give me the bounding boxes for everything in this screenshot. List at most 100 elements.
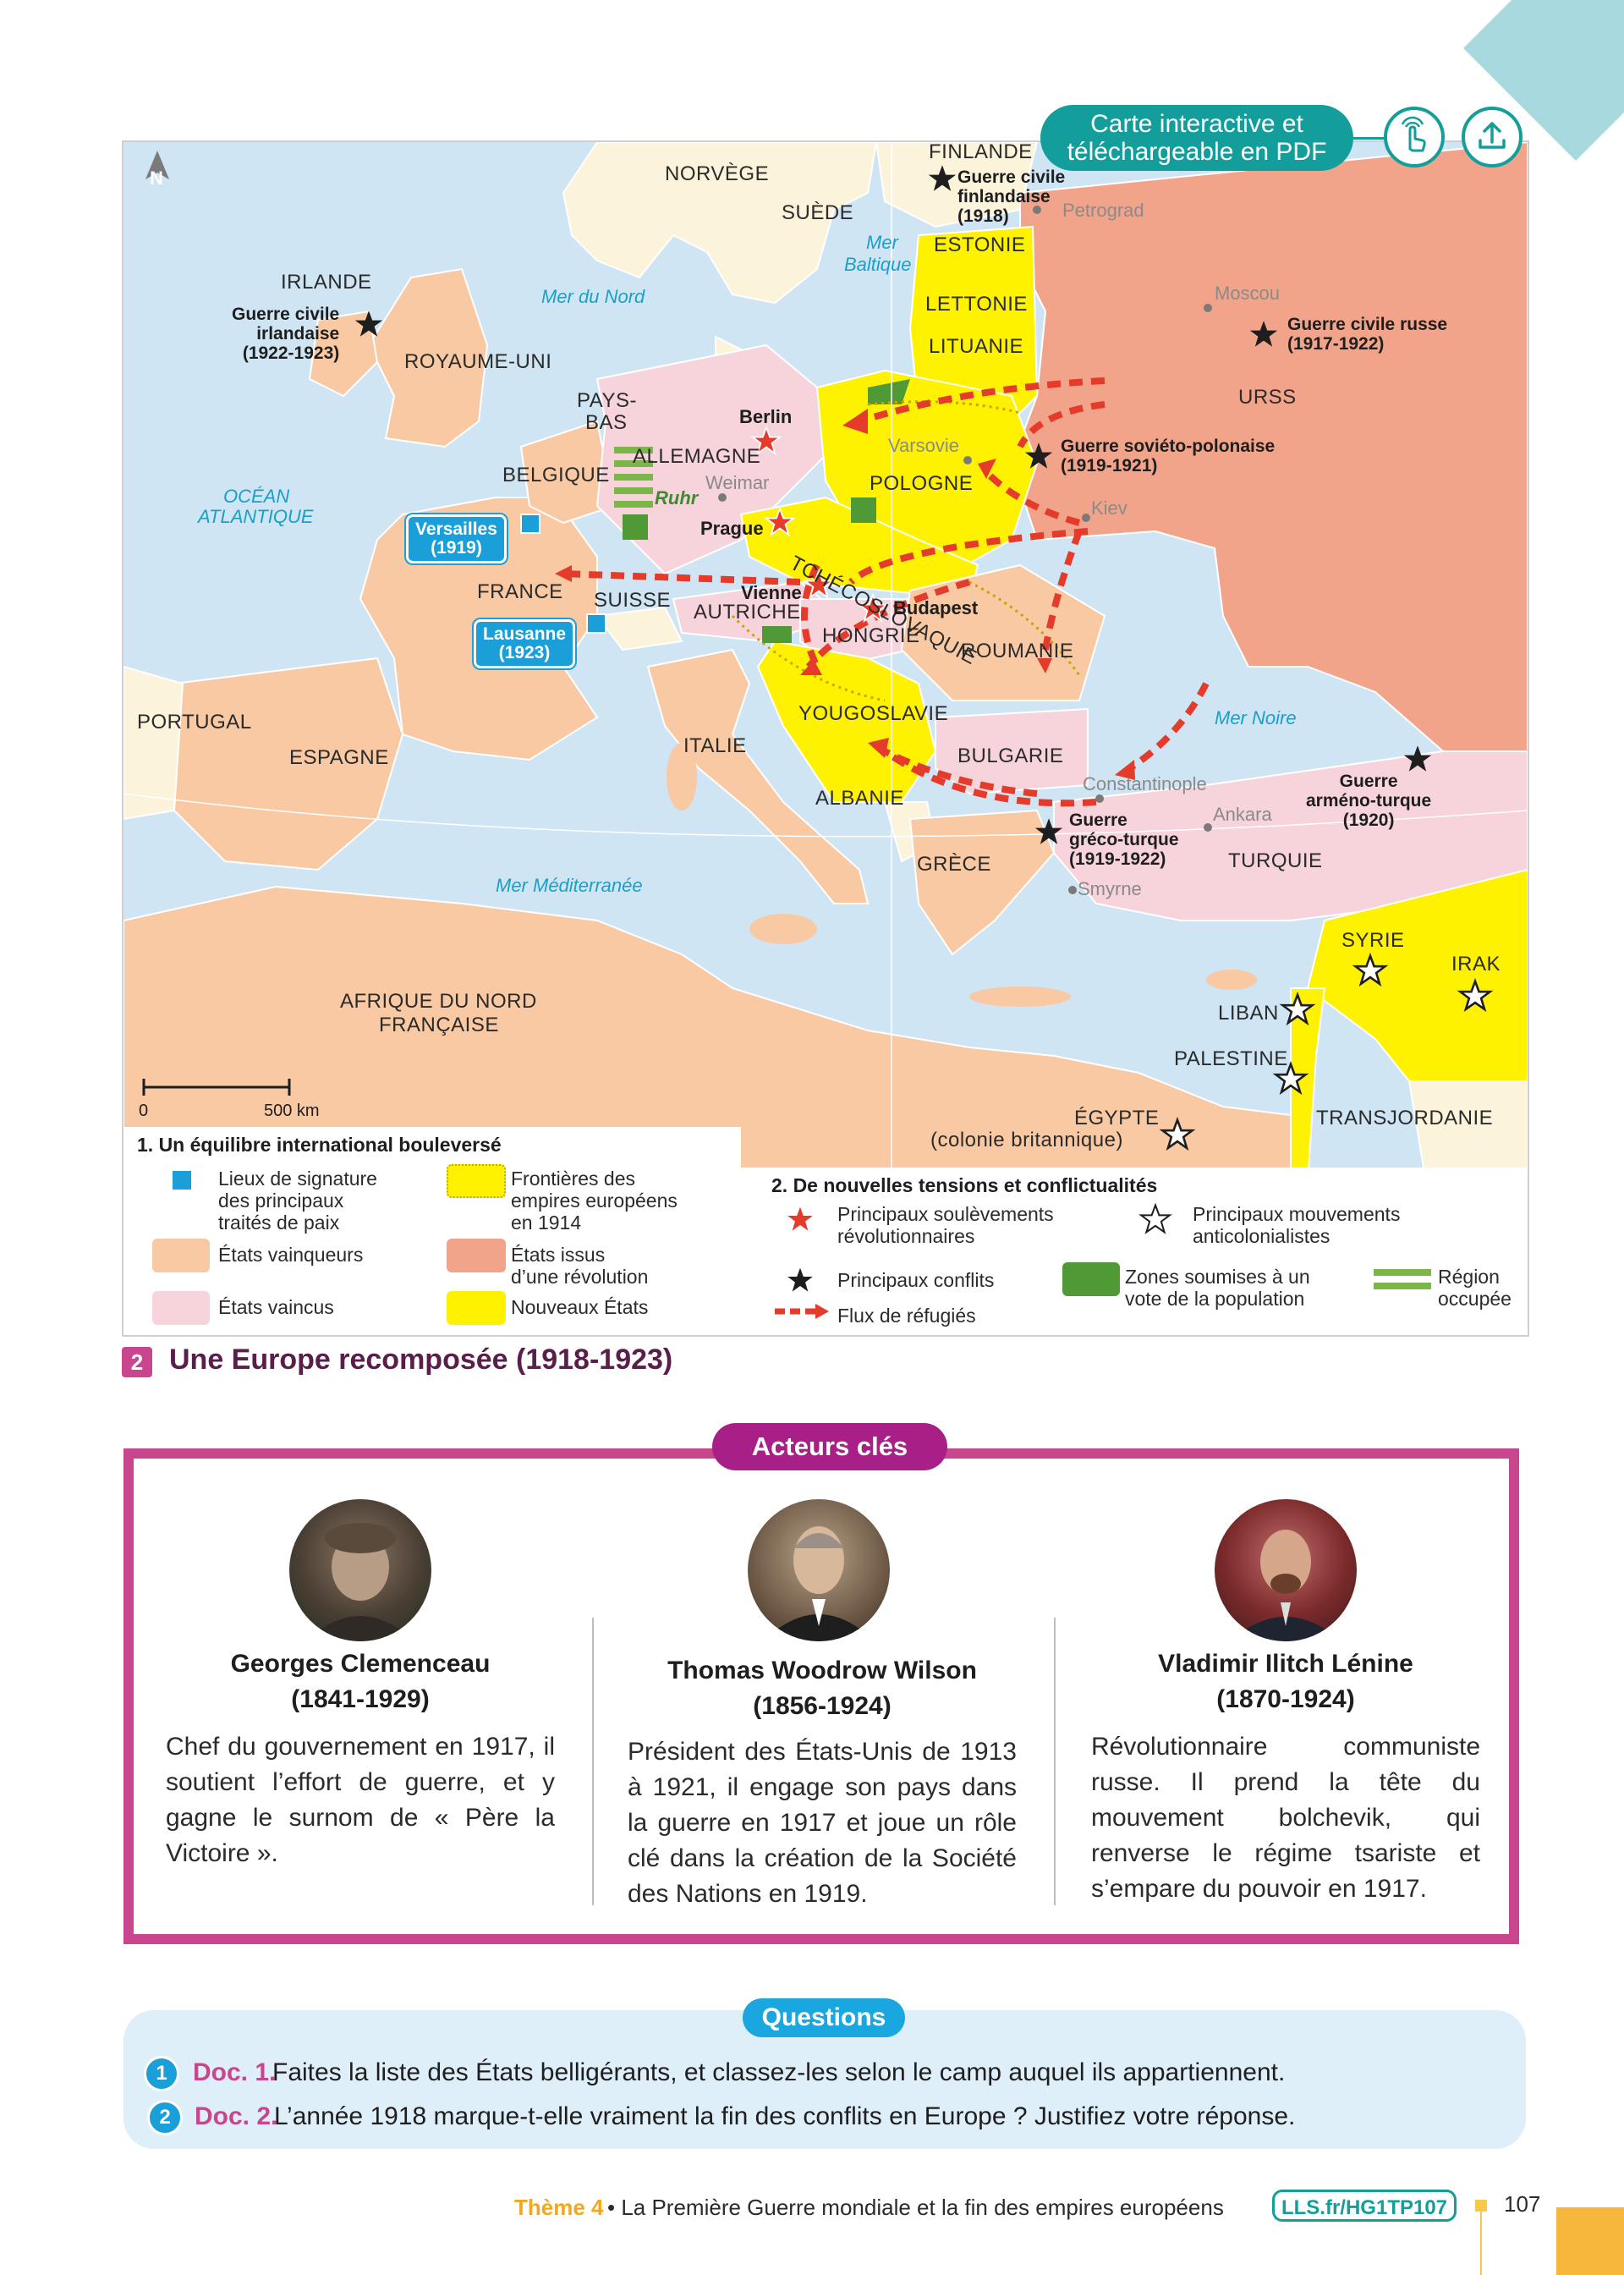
legend-signature: Lieux de signature des principaux traité… — [218, 1168, 377, 1234]
label-moscou: Moscou — [1215, 283, 1281, 304]
actors-divider — [592, 1618, 594, 1905]
actor-dates-clemenceau: (1841-1929) — [291, 1685, 430, 1713]
question-text-1: Faites la liste des États belligérants, … — [272, 2058, 1286, 2086]
vote-zone-shape — [762, 626, 792, 643]
portrait-lenine — [1215, 1499, 1357, 1641]
question-number-2: 2 — [147, 2100, 183, 2135]
label-syrie: SYRIE — [1341, 929, 1405, 952]
refugee-arrow-icon — [775, 1304, 829, 1319]
scale-km: 500 km — [264, 1102, 320, 1120]
label-portugal: PORTUGAL — [137, 711, 252, 734]
legend-vaincus: États vaincus — [218, 1296, 334, 1318]
label-conflict-russe: Guerre civile russe (1917-1922) — [1287, 315, 1448, 354]
question-doc-2: Doc. 2. — [195, 2102, 278, 2130]
label-berlin: Berlin — [739, 406, 793, 427]
hand-touch-icon — [1401, 116, 1426, 152]
label-italie: ITALIE — [683, 734, 747, 757]
label-kiev: Kiev — [1091, 497, 1127, 519]
label-pays-bas-1: PAYS- — [577, 389, 637, 412]
black-star-icon — [787, 1267, 813, 1292]
touch-button[interactable] — [1384, 107, 1445, 168]
pill-line-2: téléchargeable en PDF — [1067, 138, 1327, 166]
question-number-1: 1 — [144, 2056, 179, 2091]
footer-square — [1475, 2200, 1487, 2212]
map: N NORVÈGE SUÈDE FINLANDE ESTONIE LETTONI… — [122, 140, 1529, 1337]
interactive-map-pill[interactable]: Carte interactive et téléchargeable en P… — [1040, 105, 1353, 171]
page-number: 107 — [1504, 2191, 1541, 2217]
treaty-marker-versailles — [520, 514, 540, 534]
actors-title: Acteurs clés — [712, 1423, 947, 1470]
label-grece: GRÈCE — [917, 853, 991, 876]
swatch-frontieres — [447, 1164, 506, 1198]
label-autriche: AUTRICHE — [694, 601, 801, 624]
footer-theme: Thème 4 — [514, 2195, 604, 2220]
label-vienne: Vienne — [741, 582, 802, 603]
scale-zero: 0 — [139, 1102, 149, 1120]
white-star-icon — [1138, 1203, 1172, 1234]
label-conflict-armeno: Guerre arméno-turque (1920) — [1306, 772, 1432, 830]
label-hongrie: HONGRIE — [822, 624, 920, 647]
label-suede: SUÈDE — [782, 201, 854, 224]
doc-number-badge: 2 — [122, 1347, 152, 1377]
swatch-nouveaux — [447, 1291, 506, 1325]
swatch-vaincus — [152, 1291, 210, 1325]
swatch-region-top — [1374, 1269, 1431, 1276]
swatch-region-bottom — [1374, 1283, 1431, 1289]
legend-frontieres: Frontières des empires européens en 1914 — [511, 1168, 678, 1234]
swatch-vainqueurs — [152, 1239, 210, 1272]
label-palestine: PALESTINE — [1174, 1047, 1288, 1070]
treaty-lausanne-label: Lausanne (1923) — [474, 619, 576, 668]
portugal-shape — [123, 665, 184, 821]
label-belgique: BELGIQUE — [502, 464, 610, 486]
label-varsovie: Varsovie — [888, 435, 959, 456]
label-liban: LIBAN — [1218, 1002, 1279, 1025]
legend-revolution: États issus d’une révolution — [511, 1244, 649, 1288]
actor-dates-lenine: (1870-1924) — [1216, 1685, 1355, 1713]
treaty-versailles-label: Versailles (1919) — [406, 514, 507, 563]
download-button[interactable] — [1462, 107, 1522, 168]
label-norvege: NORVÈGE — [665, 162, 770, 185]
label-afrique-1: AFRIQUE DU NORD — [340, 990, 537, 1013]
footer-text: • La Première Guerre mondiale et la fin … — [607, 2195, 1224, 2220]
label-royaume-uni: ROYAUME-UNI — [404, 350, 552, 373]
sicily-shape — [749, 914, 817, 944]
label-irak: IRAK — [1451, 953, 1501, 975]
label-yougoslavie: YOUGOSLAVIE — [798, 702, 949, 725]
legend-zones: Zones soumises à un vote de la populatio… — [1125, 1266, 1310, 1310]
label-mer-baltique-2: Baltique — [844, 254, 912, 275]
legend-anticolonialistes: Principaux mouvements anticolonialistes — [1193, 1203, 1401, 1247]
map-legend: 1. Un équilibre international bouleversé… — [123, 1127, 1528, 1335]
label-turquie: TURQUIE — [1228, 849, 1323, 872]
footer-link[interactable]: LLS.fr/HG1TP107 — [1272, 2190, 1457, 2222]
label-ankara: Ankara — [1213, 804, 1272, 825]
label-espagne: ESPAGNE — [289, 746, 389, 769]
legend-region: Région occupée — [1438, 1266, 1512, 1310]
label-ocean-2: ATLANTIQUE — [198, 506, 314, 527]
label-france: FRANCE — [477, 580, 563, 603]
label-weimar: Weimar — [705, 472, 770, 493]
label-mer-noire: Mer Noire — [1215, 707, 1297, 728]
treaty-marker-lausanne — [586, 613, 606, 634]
actor-name-clemenceau: Georges Clemenceau — [230, 1650, 491, 1678]
corner-decoration-bottom — [1556, 2207, 1624, 2275]
label-ruhr: Ruhr — [655, 487, 699, 508]
label-conflict-finlande: Guerre civile finlandaise (1918) — [957, 168, 1066, 226]
label-finlande: FINLANDE — [929, 140, 1033, 163]
label-suisse: SUISSE — [594, 589, 672, 612]
label-constantinople: Constantinople — [1083, 773, 1207, 794]
label-budapest: Budapest — [893, 597, 979, 618]
question-text-2: L’année 1918 marque-t-elle vraiment la f… — [274, 2102, 1296, 2130]
download-icon — [1479, 122, 1506, 149]
label-mer-baltique-1: Mer — [866, 232, 898, 253]
label-roumanie: ROUMANIE — [961, 640, 1074, 662]
portrait-wilson — [748, 1499, 890, 1641]
crete-shape — [969, 986, 1071, 1007]
actor-text-clemenceau: Chef du gouvernement en 1917, il soutien… — [166, 1733, 555, 1867]
legend-flux: Flux de réfugiés — [837, 1305, 976, 1327]
swatch-revolution — [447, 1239, 506, 1272]
vote-zone-shape — [623, 514, 648, 540]
label-lituanie: LITUANIE — [929, 335, 1024, 358]
label-estonie: ESTONIE — [934, 234, 1026, 256]
label-afrique-2: FRANÇAISE — [379, 1014, 499, 1036]
doc-title: Une Europe recomposée (1918-1923) — [169, 1344, 673, 1376]
